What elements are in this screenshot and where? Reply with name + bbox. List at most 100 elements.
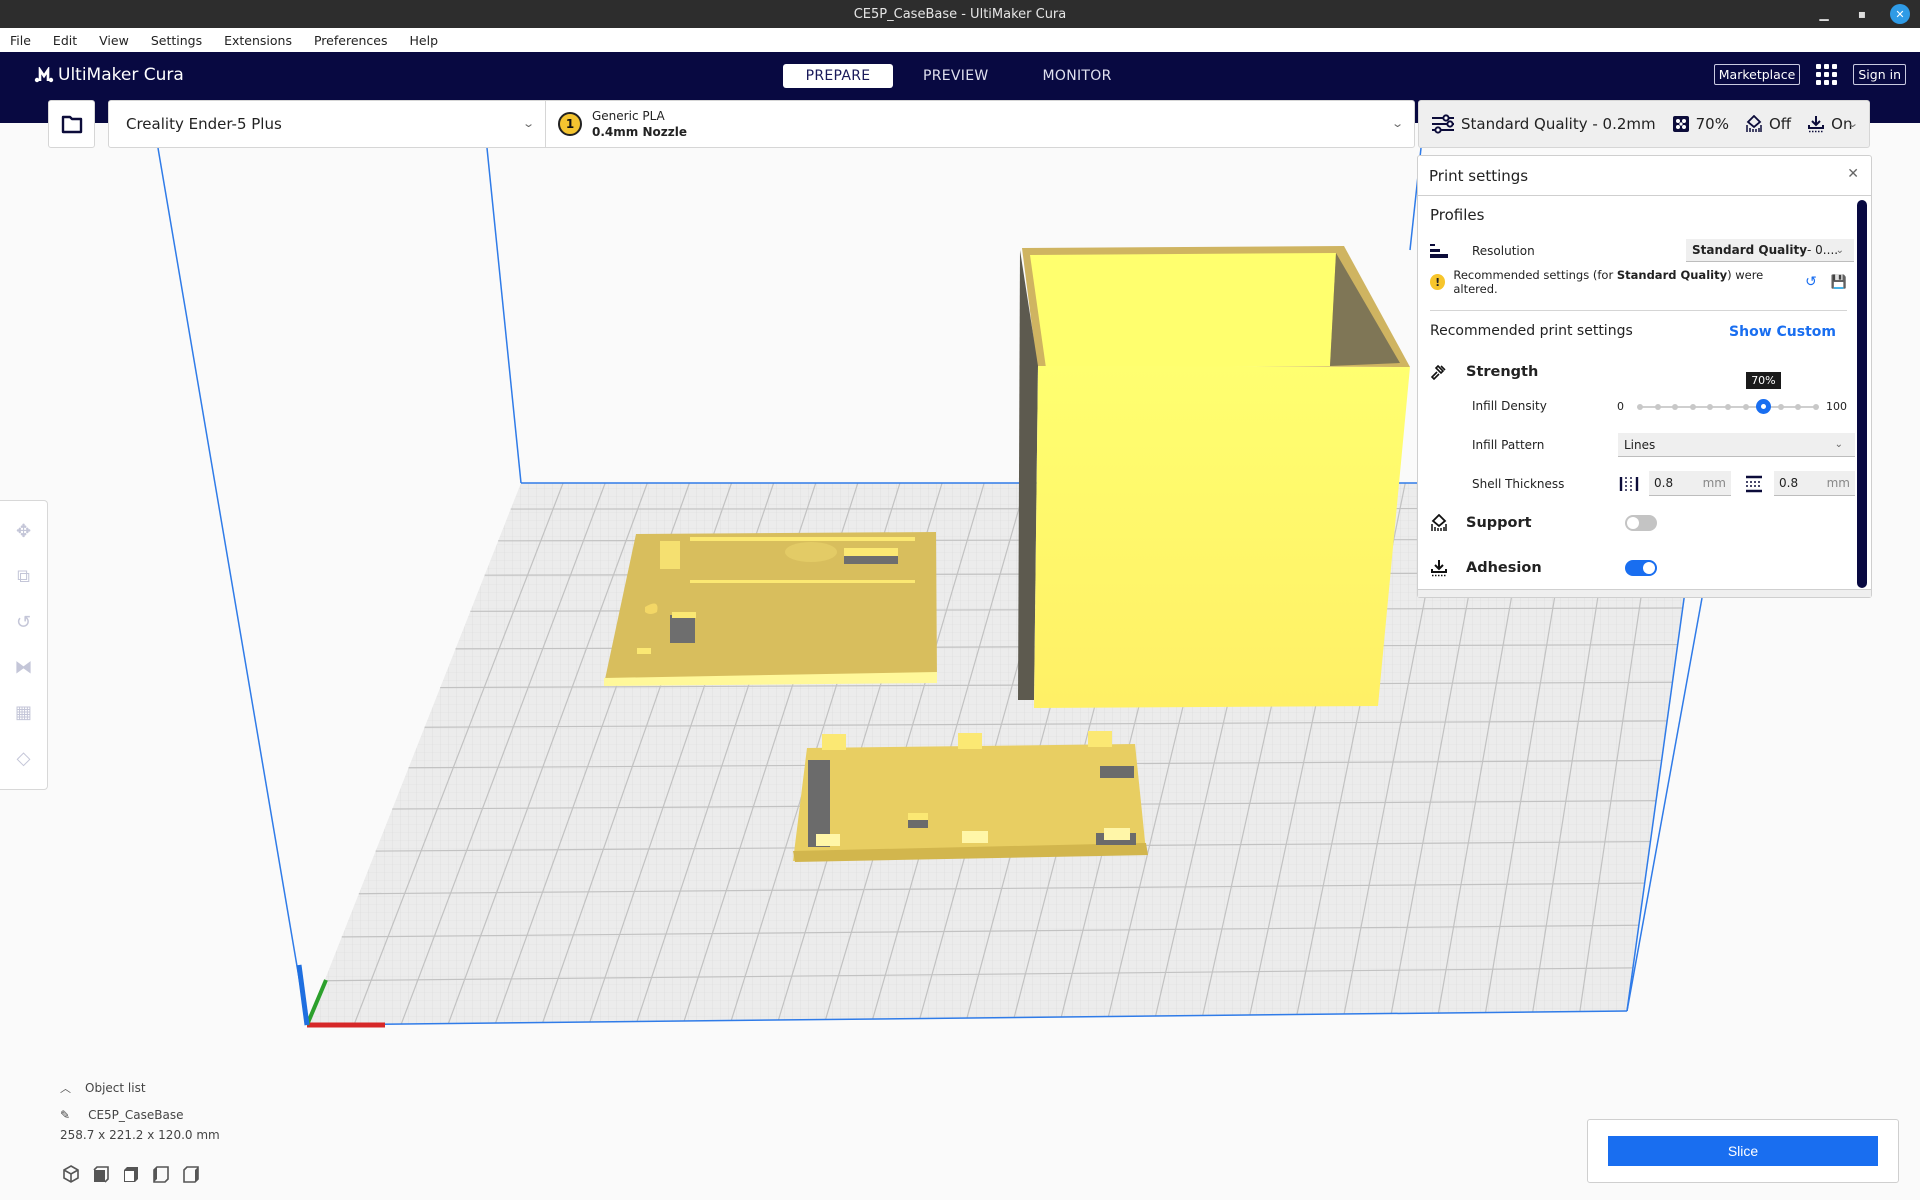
menu-help[interactable]: Help (410, 33, 439, 48)
adhesion-toggle[interactable] (1625, 560, 1657, 576)
menu-edit[interactable]: Edit (53, 33, 77, 48)
maximize-button[interactable]: ▪ (1852, 4, 1872, 24)
scale-tool-icon[interactable]: ⧉ (11, 564, 37, 590)
support-label: Support (1466, 515, 1532, 531)
resolution-dropdown[interactable]: Standard Quality - 0.... ⌄ (1686, 239, 1854, 262)
transform-toolbar: ✥ ⧉ ↺ ⧓ ▦ ◇ (0, 500, 48, 790)
menu-view[interactable]: View (99, 33, 129, 48)
profiles-heading: Profiles (1430, 206, 1485, 224)
support-summary: Off (1768, 115, 1792, 133)
chevron-down-icon: ⌄ (1834, 439, 1843, 450)
slider-step-dot[interactable] (1689, 404, 1696, 410)
warning-icon: ! (1430, 274, 1446, 290)
chevron-down-icon: ⌄ (521, 117, 535, 130)
object-dimensions: 258.7 x 221.2 x 120.0 mm (60, 1128, 220, 1142)
material-selector[interactable]: 1 Generic PLA 0.4mm Nozzle ⌄ (545, 100, 1415, 148)
wall-thickness-value: 0.8 (1654, 476, 1674, 490)
3d-view-icon[interactable] (62, 1165, 80, 1183)
menu-bar: File Edit View Settings Extensions Prefe… (0, 28, 1920, 52)
front-view-icon[interactable] (92, 1165, 110, 1183)
tab-preview[interactable]: PREVIEW (899, 64, 1013, 88)
resolution-label: Resolution (1472, 244, 1535, 258)
machine-selector[interactable]: Creality Ender-5 Plus ⌄ (108, 100, 546, 148)
model-case-box[interactable] (1018, 246, 1410, 708)
tab-monitor[interactable]: MONITOR (1019, 64, 1136, 88)
app-logo: UltiMaker Cura (34, 65, 184, 85)
camera-view-buttons (62, 1165, 200, 1183)
rotate-tool-icon[interactable]: ↺ (11, 609, 37, 635)
wall-thickness-input[interactable]: 0.8 mm (1649, 471, 1731, 496)
altered-warning: Recommended settings (for Standard Quali… (1453, 268, 1764, 296)
infill-icon (1672, 116, 1689, 132)
chevron-up-icon[interactable]: ︿ (60, 1080, 71, 1096)
show-custom-link[interactable]: Show Custom (1729, 324, 1836, 340)
sign-in-button[interactable]: Sign in (1853, 64, 1906, 85)
minimize-button[interactable]: ▁ (1814, 4, 1834, 24)
window-title-bar: CE5P_CaseBase - UltiMaker Cura ▁ ▪ ✕ (0, 0, 1920, 28)
machine-name: Creality Ender-5 Plus (126, 115, 282, 133)
close-panel-icon[interactable]: ✕ (1847, 166, 1859, 182)
slider-step-dot[interactable] (1707, 404, 1714, 410)
object-name[interactable]: CE5P_CaseBase (88, 1108, 183, 1122)
slider-step-dot[interactable] (1813, 404, 1819, 410)
left-view-icon[interactable] (152, 1165, 170, 1183)
slider-step-dot[interactable] (1654, 404, 1661, 410)
infill-density-slider[interactable]: 70% (1637, 372, 1819, 417)
infill-min: 0 (1617, 400, 1624, 413)
move-tool-icon[interactable]: ✥ (11, 519, 37, 545)
top-bottom-thickness-input[interactable]: 0.8 mm (1774, 471, 1855, 496)
support-icon (1431, 514, 1447, 531)
slider-step-dot[interactable] (1795, 404, 1802, 410)
panel-resize-handle[interactable] (1418, 589, 1871, 597)
chevron-down-icon: ⌄ (1845, 117, 1859, 130)
menu-file[interactable]: File (10, 33, 31, 48)
resolution-icon (1430, 244, 1448, 258)
menu-extensions[interactable]: Extensions (224, 33, 292, 48)
apps-grid-icon[interactable] (1816, 64, 1838, 85)
support-toggle[interactable] (1625, 515, 1657, 531)
slider-step-dot[interactable] (1725, 404, 1731, 410)
top-view-icon[interactable] (122, 1165, 140, 1183)
support-blocker-icon[interactable]: ◇ (11, 745, 37, 771)
print-settings-summary-button[interactable]: Standard Quality - 0.2mm 70% Off On ⌄ (1418, 100, 1870, 148)
unit-label: mm (1826, 476, 1850, 490)
slider-step-dot[interactable] (1672, 404, 1679, 410)
infill-summary: 70% (1695, 115, 1729, 133)
slice-button[interactable]: Slice (1608, 1136, 1878, 1166)
reset-icon[interactable]: ↺ (1805, 274, 1817, 290)
chevron-down-icon: ⌄ (1835, 244, 1844, 256)
adhesion-label: Adhesion (1466, 560, 1542, 576)
slider-step-dot[interactable] (1637, 404, 1643, 410)
marketplace-button[interactable]: Marketplace (1713, 64, 1801, 85)
adhesion-icon (1808, 116, 1825, 133)
top-bottom-thickness-value: 0.8 (1779, 476, 1799, 490)
slider-step-dot[interactable] (1742, 404, 1749, 410)
model-lid-plate[interactable] (604, 532, 937, 686)
close-window-button[interactable]: ✕ (1890, 4, 1910, 24)
slider-step-dot[interactable] (1777, 404, 1784, 410)
menu-settings[interactable]: Settings (151, 33, 202, 48)
model-case-base[interactable] (793, 731, 1148, 862)
strength-label: Strength (1466, 364, 1539, 380)
object-list-toggle[interactable]: Object list (85, 1081, 146, 1095)
support-icon (1746, 115, 1762, 132)
edit-pencil-icon[interactable]: ✎ (60, 1108, 70, 1122)
open-file-button[interactable] (48, 100, 95, 148)
per-model-settings-icon[interactable]: ▦ (11, 700, 37, 726)
unit-label: mm (1702, 476, 1726, 490)
chevron-down-icon: ⌄ (1390, 117, 1404, 130)
menu-preferences[interactable]: Preferences (314, 33, 388, 48)
extruder-badge: 1 (558, 112, 582, 136)
slider-handle[interactable] (1756, 399, 1772, 414)
infill-pattern-dropdown[interactable]: Lines ⌄ (1618, 433, 1855, 457)
object-list: ︿ Object list ✎ CE5P_CaseBase 258.7 x 22… (60, 1080, 220, 1142)
profile-summary: Standard Quality - 0.2mm (1461, 115, 1656, 133)
tab-prepare[interactable]: PREPARE (783, 64, 893, 88)
panel-scrollbar[interactable] (1857, 200, 1867, 588)
adhesion-icon (1431, 560, 1447, 577)
resolution-value-bold: Standard Quality (1692, 243, 1808, 257)
save-profile-icon[interactable]: 💾 (1831, 275, 1847, 290)
right-view-icon[interactable] (182, 1165, 200, 1183)
mirror-tool-icon[interactable]: ⧓ (11, 655, 37, 681)
infill-pattern-value: Lines (1624, 437, 1656, 452)
